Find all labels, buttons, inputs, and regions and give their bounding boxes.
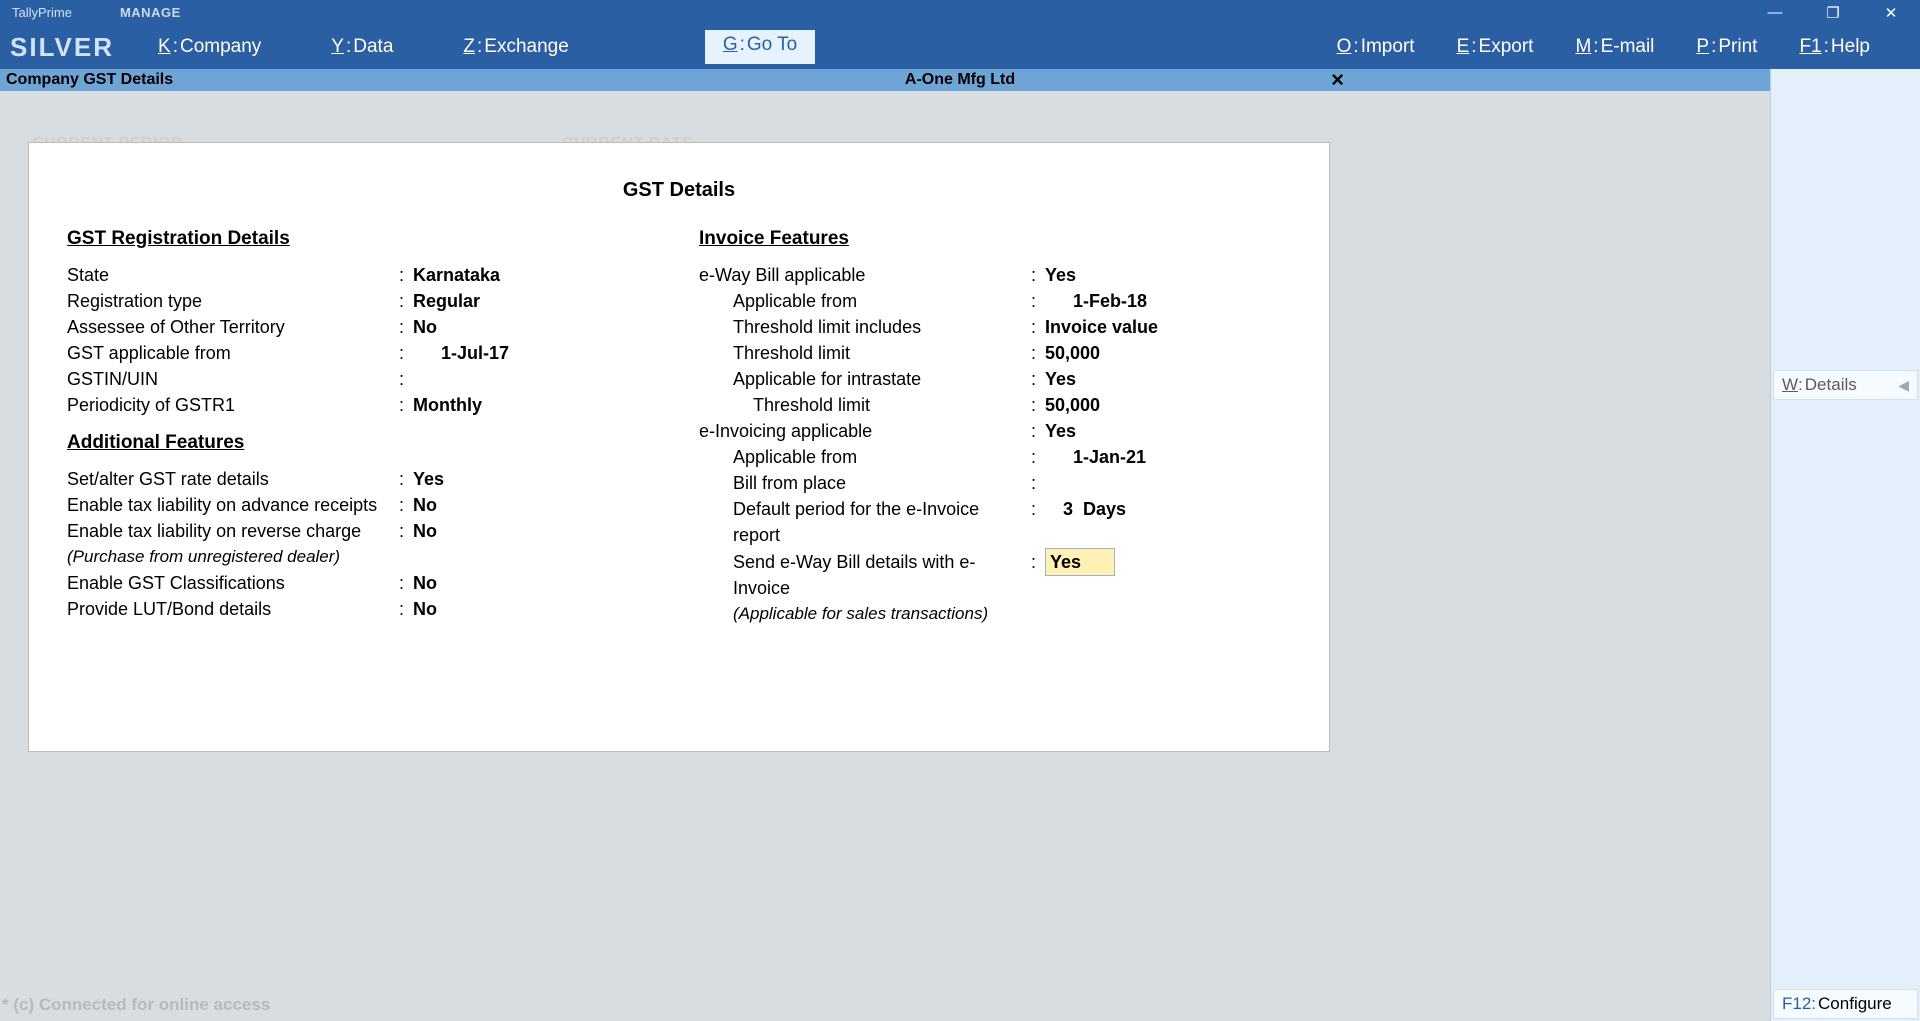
menu-export[interactable]: E:Export: [1447, 30, 1544, 64]
eway-inc-label: Threshold limit includes: [699, 314, 1031, 340]
status-footer: * (c) Connected for online access: [0, 995, 270, 1015]
app-name: TallyPrime: [12, 5, 72, 20]
menu-help[interactable]: F1:Help: [1789, 30, 1880, 64]
edition-label: SILVER: [0, 32, 148, 63]
advance-label: Enable tax liability on advance receipts: [67, 492, 399, 518]
sendeway-label: Send e-Way Bill details with e-Invoice: [699, 549, 1031, 601]
left-column: GST Registration Details State:Karnataka…: [67, 222, 659, 627]
panel-close-icon[interactable]: ×: [1331, 67, 1344, 93]
menu-import[interactable]: O:Import: [1327, 30, 1425, 64]
setalter-label: Set/alter GST rate details: [67, 466, 399, 492]
eway-intra-label: Applicable for intrastate: [699, 366, 1031, 392]
sub-header: Company GST Details A-One Mfg Ltd ×: [0, 69, 1920, 91]
assessee-label: Assessee of Other Territory: [67, 314, 399, 340]
page-title: GST Details: [29, 179, 1329, 202]
eway-thresh-label: Threshold limit: [699, 340, 1031, 366]
eway-thresh-value[interactable]: 50,000: [1045, 340, 1100, 366]
close-icon[interactable]: ✕: [1862, 0, 1920, 25]
reverse-label: Enable tax liability on reverse charge: [67, 518, 399, 544]
menu-goto[interactable]: G:Go To: [705, 30, 815, 64]
maximize-icon[interactable]: ❐: [1804, 0, 1862, 25]
menu-print[interactable]: P:Print: [1686, 30, 1767, 64]
einv-from-label: Applicable from: [699, 444, 1031, 470]
lut-value[interactable]: No: [413, 596, 437, 622]
menu-company[interactable]: K:Company: [148, 30, 271, 64]
side-configure-button[interactable]: F12: Configure: [1773, 989, 1918, 1019]
gstfrom-label: GST applicable from: [67, 340, 399, 366]
eway-intra-thresh-label: Threshold limit: [699, 392, 1031, 418]
regtype-value[interactable]: Regular: [413, 288, 480, 314]
advance-value[interactable]: No: [413, 492, 437, 518]
einv-value[interactable]: Yes: [1045, 418, 1076, 444]
screen-title: Company GST Details: [0, 71, 173, 89]
side-details-button[interactable]: W: Details ◀: [1773, 370, 1918, 400]
sendeway-input[interactable]: Yes: [1045, 548, 1115, 576]
regtype-label: Registration type: [67, 288, 399, 314]
gstr1-period-label: Periodicity of GSTR1: [67, 392, 399, 418]
eway-intra-value[interactable]: Yes: [1045, 366, 1076, 392]
lut-label: Provide LUT/Bond details: [67, 596, 399, 622]
state-value[interactable]: Karnataka: [413, 262, 500, 288]
gstr1-period-value[interactable]: Monthly: [413, 392, 482, 418]
eway-from-value[interactable]: 1-Feb-18: [1045, 288, 1147, 314]
eway-intra-thresh-value[interactable]: 50,000: [1045, 392, 1100, 418]
class-value[interactable]: No: [413, 570, 437, 596]
right-column: Invoice Features e-Way Bill applicable:Y…: [699, 222, 1291, 627]
window-controls: — ❐ ✕: [1746, 0, 1920, 25]
sendeway-hint: (Applicable for sales transactions): [699, 601, 1031, 627]
reverse-value[interactable]: No: [413, 518, 437, 544]
reverse-hint: (Purchase from unregistered dealer): [67, 544, 399, 570]
gstin-label: GSTIN/UIN: [67, 366, 399, 392]
state-label: State: [67, 262, 399, 288]
eway-label: e-Way Bill applicable: [699, 262, 1031, 288]
einv-from-value[interactable]: 1-Jan-21: [1045, 444, 1146, 470]
class-label: Enable GST Classifications: [67, 570, 399, 596]
company-name: A-One Mfg Ltd: [905, 71, 1015, 89]
einv-period-label: Default period for the e-Invoice report: [699, 496, 1031, 548]
billfrom-label: Bill from place: [699, 470, 1031, 496]
eway-value[interactable]: Yes: [1045, 262, 1076, 288]
assessee-value[interactable]: No: [413, 314, 437, 340]
gst-details-panel: GST Details GST Registration Details Sta…: [28, 142, 1330, 752]
gstfrom-value[interactable]: 1-Jul-17: [413, 340, 509, 366]
section-additional: Additional Features: [67, 432, 659, 454]
eway-inc-value[interactable]: Invoice value: [1045, 314, 1158, 340]
title-bar: TallyPrime MANAGE — ❐ ✕: [0, 0, 1920, 25]
menu-data[interactable]: Y:Data: [321, 30, 403, 64]
section-registration: GST Registration Details: [67, 228, 659, 250]
right-pane: W: Details ◀ F12: Configure: [1770, 69, 1920, 1021]
manage-menu[interactable]: MANAGE: [120, 5, 181, 20]
menu-bar: SILVER K:Company Y:Data Z:Exchange G:Go …: [0, 25, 1920, 69]
section-invoice: Invoice Features: [699, 228, 1291, 250]
chevron-left-icon: ◀: [1898, 377, 1909, 394]
einv-label: e-Invoicing applicable: [699, 418, 1031, 444]
einv-period-value[interactable]: 3 Days: [1045, 496, 1126, 522]
setalter-value[interactable]: Yes: [413, 466, 444, 492]
minimize-icon[interactable]: —: [1746, 0, 1804, 25]
menu-email[interactable]: M:E-mail: [1565, 30, 1664, 64]
eway-from-label: Applicable from: [699, 288, 1031, 314]
menu-exchange[interactable]: Z:Exchange: [453, 30, 578, 64]
